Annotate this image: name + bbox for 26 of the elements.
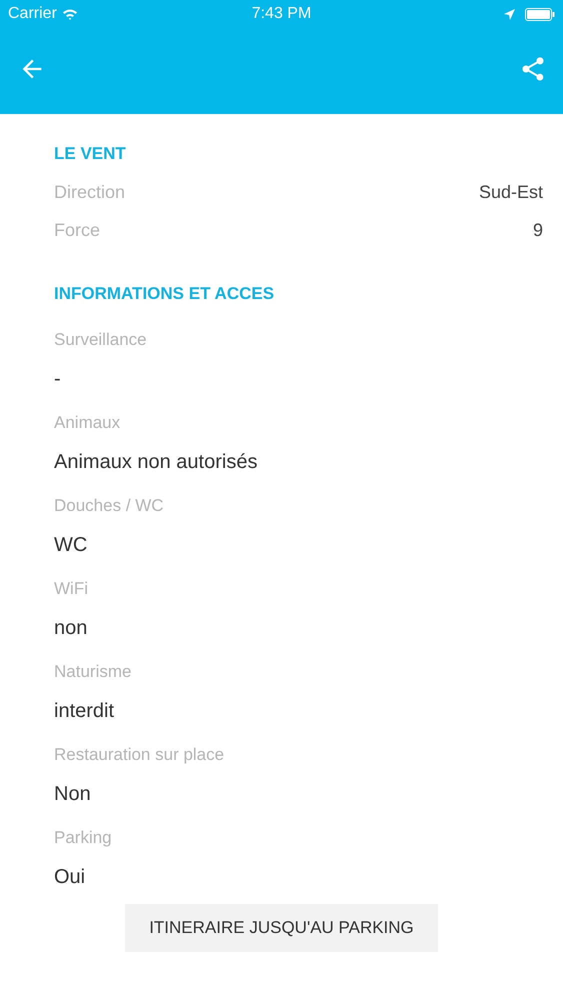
field-label: Parking [54, 826, 113, 848]
section-heading: LE VENT [54, 143, 127, 165]
field-label: Naturisme [54, 660, 132, 682]
carrier-label: Carrier [8, 5, 57, 23]
field-value: - [54, 366, 62, 392]
field-label: Douches / WC [54, 494, 165, 516]
battery-icon [525, 8, 555, 20]
field-value: Non [54, 782, 92, 806]
section-heading: INFORMATIONS ET ACCES [54, 283, 276, 305]
field-value: WC [54, 532, 88, 558]
wifi-icon [62, 8, 78, 20]
row-label: Direction [54, 182, 126, 202]
row-value: 9 [532, 220, 543, 240]
field-value: interdit [54, 698, 116, 724]
field-label: WiFi [54, 578, 89, 600]
row-value: Sud-Est [478, 182, 543, 202]
location-arrow-icon [504, 8, 515, 20]
field-value: Oui [54, 864, 86, 890]
field-label: Restauration sur place [54, 744, 226, 766]
row-label: Force [54, 220, 100, 240]
status-time: 7:43 PM [250, 5, 312, 23]
route-button[interactable]: ITINERAIRE JUSQU'AU PARKING [125, 904, 438, 952]
field-value: non [54, 616, 88, 640]
field-label: Surveillance [54, 328, 148, 350]
field-label: Animaux [54, 412, 122, 434]
field-value: Animaux non autorisés [54, 450, 258, 474]
